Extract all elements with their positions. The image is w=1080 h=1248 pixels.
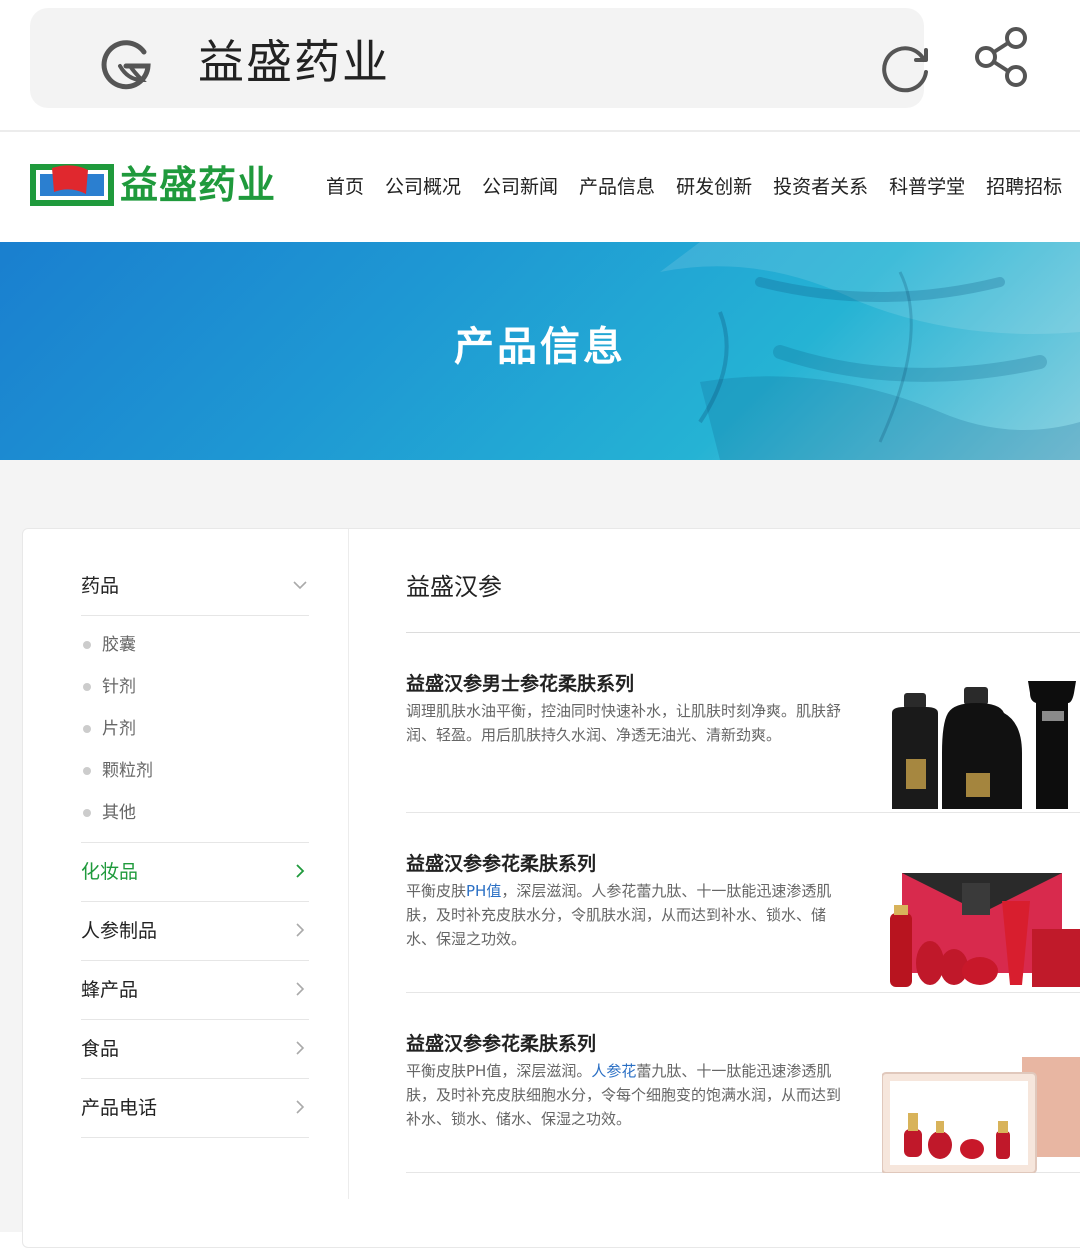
subcategory-other[interactable]: 其他 [81,795,309,837]
category-sidebar: 药品 胶囊 针剂 片剂 颗粒剂 其他 化妆品 人参制品 蜂产品 食品 产品电话 [23,529,349,1199]
reload-icon[interactable] [876,38,934,96]
category-label: 药品 [81,575,120,597]
banner-title: 产品信息 [454,324,626,370]
highlight-link[interactable]: 人参花 [591,1062,636,1080]
category-cosmetics[interactable]: 化妆品 [81,843,309,902]
subcategory-tablet[interactable]: 片剂 [81,711,309,753]
category-label: 食品 [81,1038,120,1060]
subcategory-label: 针剂 [102,677,136,697]
subcategory-granule[interactable]: 颗粒剂 [81,753,309,795]
nav-item-science[interactable]: 科普学堂 [889,172,965,202]
category-label: 产品电话 [81,1097,158,1119]
bullet-dot-icon [83,683,91,691]
product-item[interactable]: 益盛汉参参花柔肤系列 平衡皮肤PH值，深层滋润。人参花蕾九肽、十一肽能迅速渗透肌… [406,813,1080,993]
search-engine-icon [101,40,151,90]
logo-flag-icon [30,164,114,206]
product-item[interactable]: 益盛汉参男士参花柔肤系列 调理肌肤水油平衡，控油同时快速补水，让肌肤时刻净爽。肌… [406,633,1080,813]
bullet-dot-icon [83,641,91,649]
product-title[interactable]: 益盛汉参参花柔肤系列 [406,1031,596,1057]
logo-text: 益盛药业 [120,163,277,207]
chevron-right-icon [296,982,305,996]
subcategory-injection[interactable]: 针剂 [81,669,309,711]
bullet-dot-icon [83,725,91,733]
category-bee[interactable]: 蜂产品 [81,961,309,1020]
site-logo[interactable]: 益盛药业 [30,160,280,210]
product-title[interactable]: 益盛汉参男士参花柔肤系列 [406,671,634,697]
nav-item-investors[interactable]: 投资者关系 [773,172,868,202]
main-nav: 首页 公司概况 公司新闻 产品信息 研发创新 投资者关系 科普学堂 招聘招标 [326,172,1080,202]
category-food[interactable]: 食品 [81,1020,309,1079]
browser-bar: 益盛药业 [0,0,1080,132]
subcategory-label: 胶囊 [102,635,136,655]
product-item[interactable]: 益盛汉参参花柔肤系列 平衡皮肤PH值，深层滋润。人参花蕾九肽、十一肽能迅速渗透肌… [406,993,1080,1173]
subcategory-capsule[interactable]: 胶囊 [81,627,309,669]
category-product-phone[interactable]: 产品电话 [81,1079,309,1138]
chevron-right-icon [296,923,305,937]
site-header: 益盛药业 首页 公司概况 公司新闻 产品信息 研发创新 投资者关系 科普学堂 招聘招标 [0,134,1080,242]
hero-banner: 产品信息 [0,242,1080,460]
product-image-red-gift-set[interactable] [882,853,1080,993]
chevron-down-icon [293,581,307,590]
nav-item-careers[interactable]: 招聘招标 [986,172,1062,202]
subcategory-label: 颗粒剂 [102,761,153,781]
category-label: 人参制品 [81,920,158,942]
nav-item-home[interactable]: 首页 [326,172,364,202]
category-label: 蜂产品 [81,979,139,1001]
bullet-dot-icon [83,767,91,775]
share-icon[interactable] [972,26,1030,88]
content-card: 药品 胶囊 针剂 片剂 颗粒剂 其他 化妆品 人参制品 蜂产品 食品 产品电话 … [22,528,1080,1248]
highlight-link[interactable]: PH值 [466,882,501,900]
subcategory-label: 片剂 [102,719,136,739]
product-title[interactable]: 益盛汉参参花柔肤系列 [406,851,596,877]
product-image-boxed-set[interactable] [882,1033,1080,1173]
nav-item-rnd[interactable]: 研发创新 [676,172,752,202]
product-description: 平衡皮肤PH值，深层滋润。人参花蕾九肽、十一肽能迅速渗透肌肤，及时补充皮肤水分，… [406,882,832,948]
chevron-right-icon [296,864,305,878]
product-description: 调理肌肤水油平衡，控油同时快速补水，让肌肤时刻净爽。肌肤舒润、轻盈。用后肌肤持久… [406,702,842,744]
chevron-right-icon [296,1041,305,1055]
category-label: 化妆品 [81,861,139,883]
chevron-right-icon [296,1100,305,1114]
subcategory-label: 其他 [102,803,136,823]
address-query[interactable]: 益盛药业 [198,34,390,90]
category-ginseng[interactable]: 人参制品 [81,902,309,961]
nav-item-products[interactable]: 产品信息 [579,172,655,202]
section-title: 益盛汉参 [406,573,502,601]
nav-item-news[interactable]: 公司新闻 [482,172,558,202]
bullet-dot-icon [83,809,91,817]
nav-item-about[interactable]: 公司概况 [385,172,461,202]
category-drugs[interactable]: 药品 [81,557,309,616]
page-body: 药品 胶囊 针剂 片剂 颗粒剂 其他 化妆品 人参制品 蜂产品 食品 产品电话 … [0,460,1080,1248]
product-image-mens-bottles[interactable] [882,673,1080,813]
product-description: 平衡皮肤PH值，深层滋润。人参花蕾九肽、十一肽能迅速渗透肌肤，及时补充皮肤细胞水… [406,1062,842,1128]
address-bar[interactable]: 益盛药业 [30,8,928,108]
